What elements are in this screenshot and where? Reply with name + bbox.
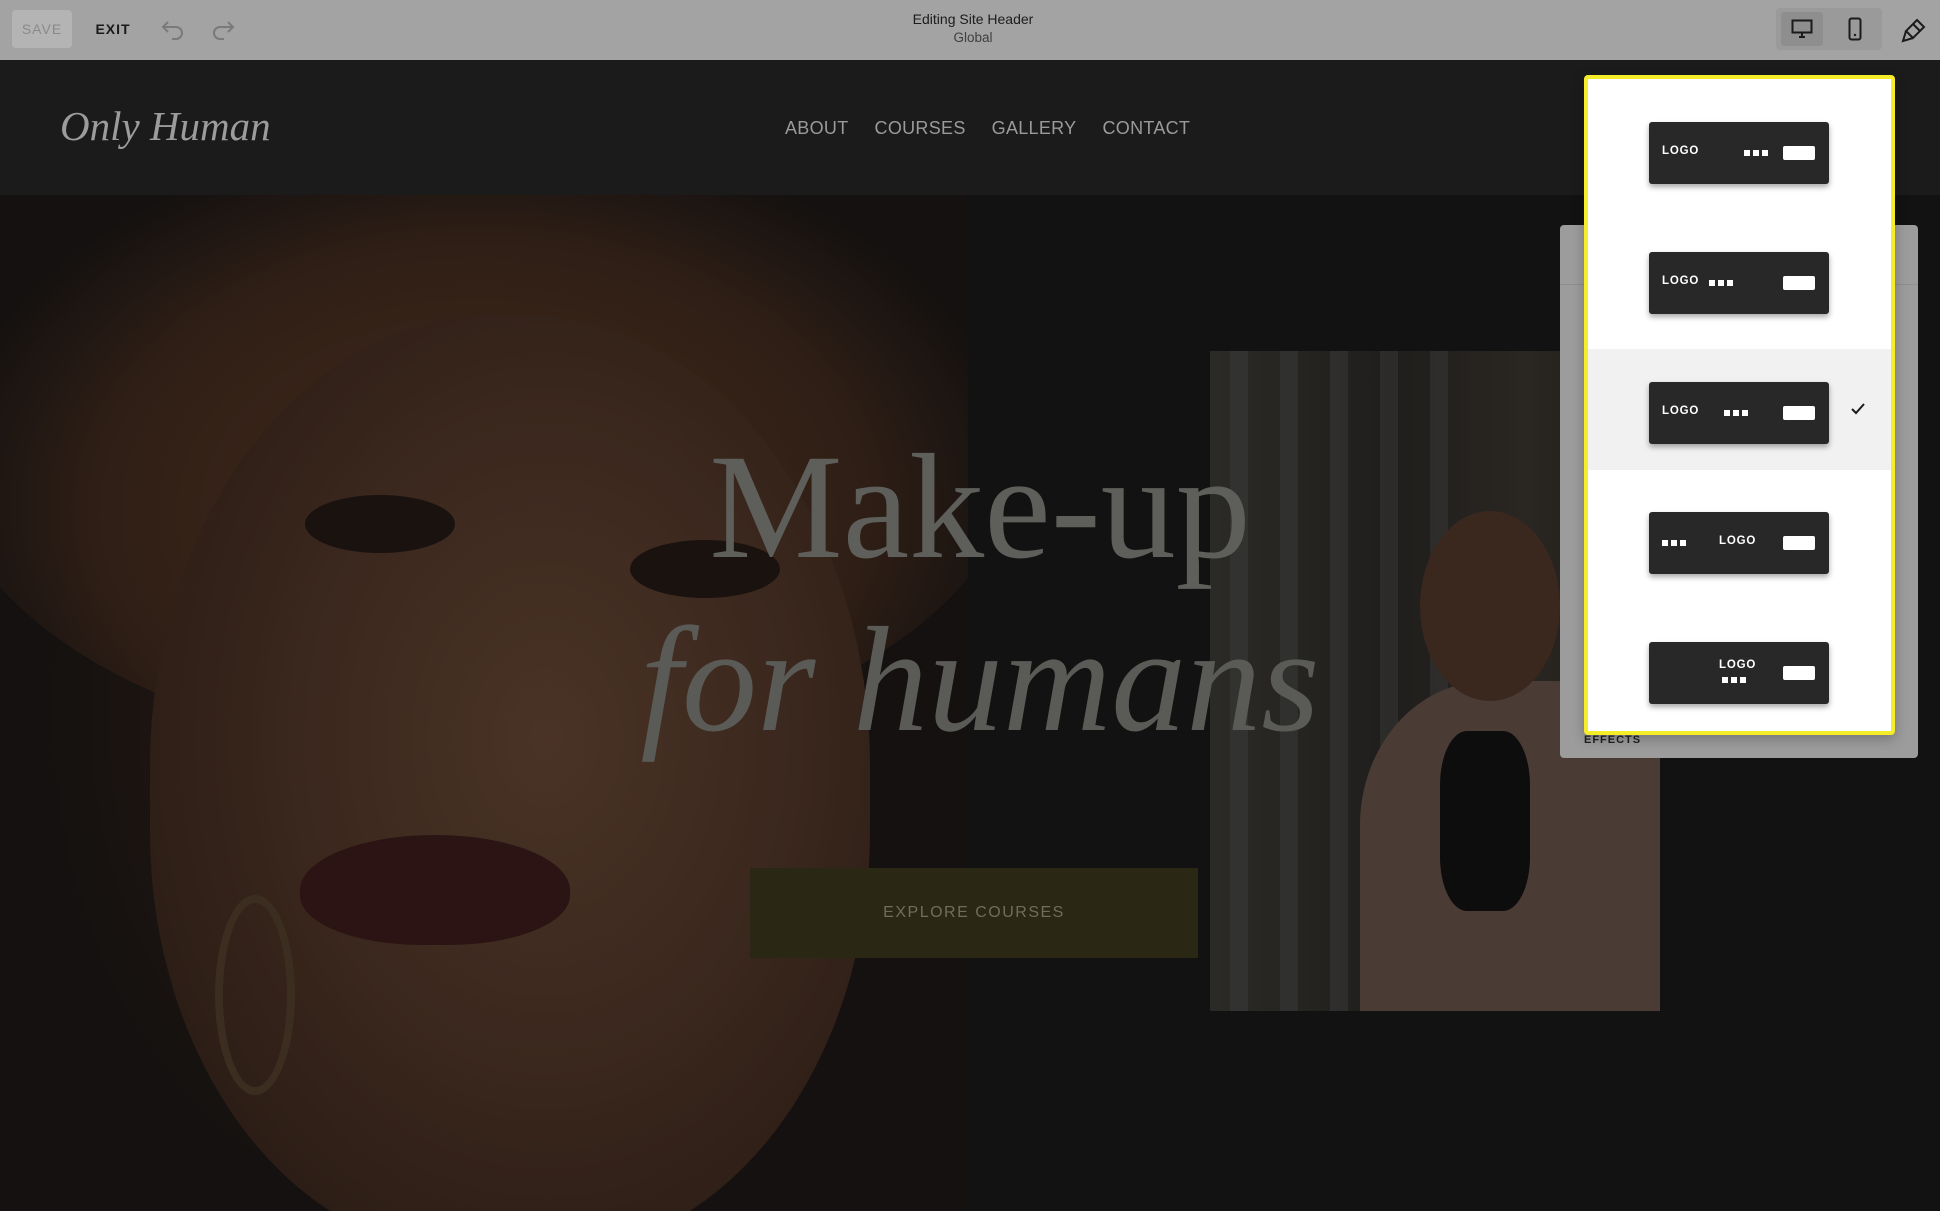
- editing-title: Editing Site Header: [912, 11, 1034, 27]
- nav-link-about[interactable]: ABOUT: [785, 118, 849, 139]
- layout-thumbnail: LOGO: [1649, 252, 1829, 314]
- layout-option-1[interactable]: LOGO: [1588, 89, 1891, 210]
- layout-thumbnail: LOGO: [1649, 642, 1829, 704]
- thumbnail-logo-text: LOGO: [1662, 145, 1700, 157]
- nav-link-courses[interactable]: COURSES: [875, 118, 966, 139]
- layout-option-2[interactable]: LOGO: [1588, 219, 1891, 340]
- layout-thumbnail: LOGO: [1649, 512, 1829, 574]
- desktop-icon[interactable]: [1781, 12, 1823, 46]
- layout-thumbnail: LOGO: [1649, 122, 1829, 184]
- layout-thumbnail: LOGO: [1649, 382, 1829, 444]
- layout-option-5[interactable]: LOGO: [1588, 609, 1891, 730]
- layout-option-4[interactable]: LOGO: [1588, 479, 1891, 600]
- editing-scope: Global: [953, 30, 993, 45]
- effects-label[interactable]: EFFECTS: [1584, 734, 1641, 746]
- editor-toolbar: SAVE EXIT Editing Site Header Global: [0, 0, 1940, 60]
- paintbrush-icon[interactable]: [1896, 12, 1932, 48]
- header-layout-popover: LOGO LOGO LOGO LOGO LOGO: [1584, 75, 1895, 735]
- site-nav: ABOUT COURSES GALLERY CONTACT: [785, 118, 1190, 139]
- thumbnail-logo-text: LOGO: [1662, 275, 1700, 287]
- layout-option-3[interactable]: LOGO: [1588, 349, 1891, 470]
- site-logo[interactable]: Only Human: [60, 102, 271, 150]
- checkmark-icon: [1849, 400, 1867, 418]
- mobile-icon[interactable]: [1834, 12, 1876, 46]
- nav-link-contact[interactable]: CONTACT: [1102, 118, 1190, 139]
- thumbnail-logo-text: LOGO: [1662, 405, 1700, 417]
- thumbnail-logo-text: LOGO: [1719, 535, 1757, 547]
- thumbnail-logo-text: LOGO: [1719, 659, 1757, 671]
- explore-courses-button[interactable]: EXPLORE COURSES: [750, 868, 1198, 958]
- nav-link-gallery[interactable]: GALLERY: [992, 118, 1077, 139]
